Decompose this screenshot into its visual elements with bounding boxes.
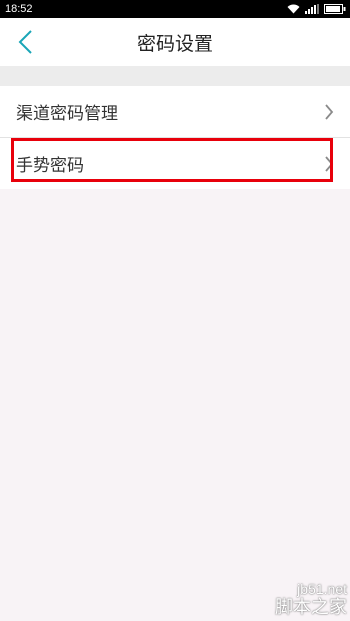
battery-icon [324, 4, 346, 14]
status-icons [287, 2, 346, 16]
status-time: 18:52 [5, 3, 33, 15]
chevron-right-icon [325, 156, 334, 172]
list-item-gesture-password[interactable]: 手势密码 [0, 137, 350, 189]
watermark-domain: jb51.net [297, 581, 347, 597]
watermark-name: 脚本之家 [275, 597, 347, 618]
list-item-label: 手势密码 [16, 156, 84, 176]
section-divider [0, 66, 350, 86]
watermark: jb51.net 脚本之家 [275, 581, 347, 619]
signal-icon [305, 4, 319, 14]
chevron-right-icon [325, 104, 334, 120]
status-bar: 18:52 [0, 0, 350, 18]
list-item-channel-password[interactable]: 渠道密码管理 [0, 86, 350, 137]
list-item-label: 渠道密码管理 [16, 104, 118, 124]
wifi-icon [287, 4, 300, 14]
page-title: 密码设置 [136, 33, 213, 55]
nav-bar: 密码设置 [0, 18, 350, 66]
settings-list: 渠道密码管理 手势密码 [0, 86, 350, 189]
